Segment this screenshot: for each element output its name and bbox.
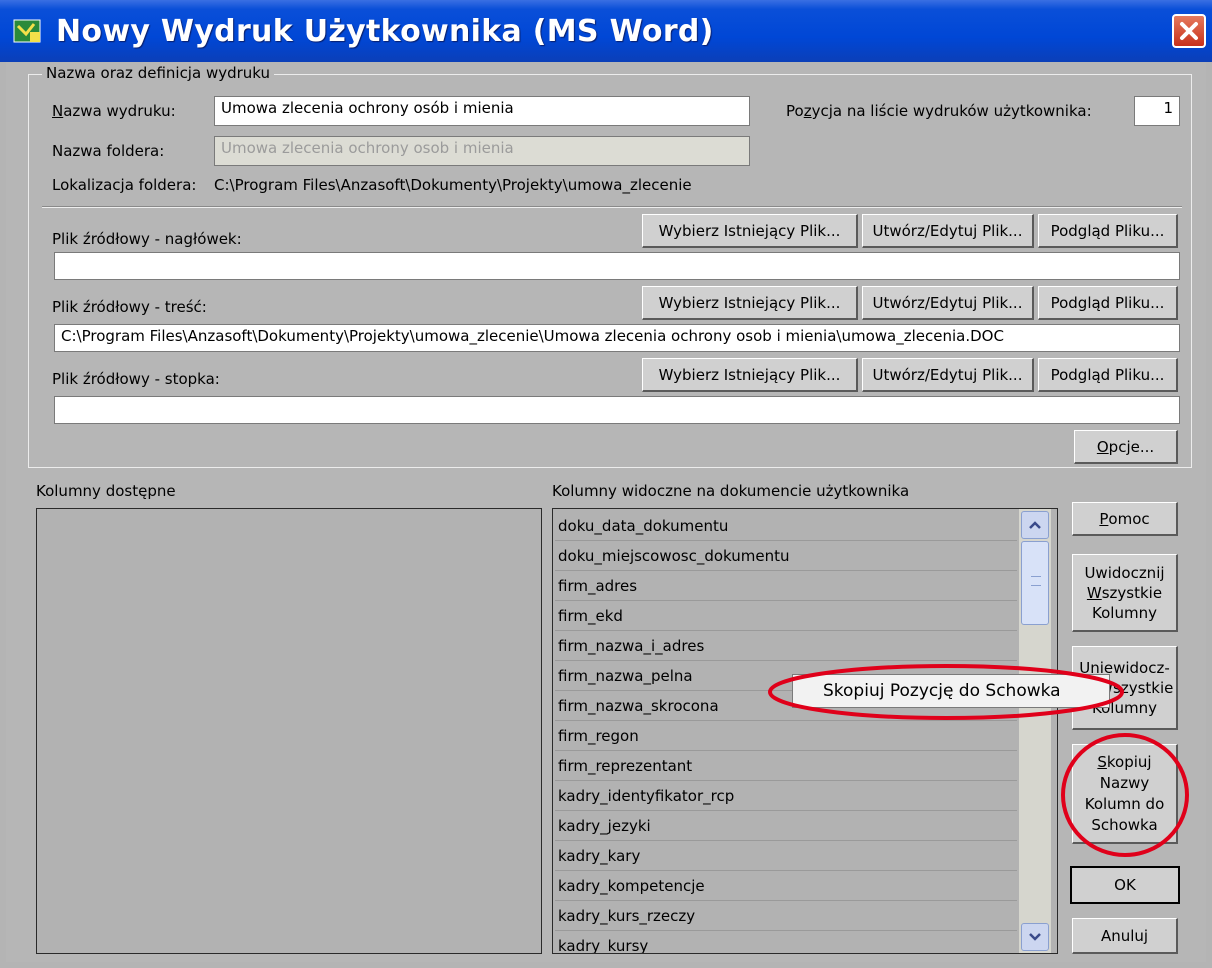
context-menu-copy-item[interactable]: Skopiuj Pozycję do Schowka — [823, 681, 1061, 701]
close-button[interactable] — [1172, 14, 1206, 48]
content-choose-file-button[interactable]: Wybierz Istniejący Plik... — [642, 286, 858, 320]
name-label: Nazwa wydruku: — [52, 102, 176, 120]
available-columns-list[interactable] — [36, 508, 542, 954]
chevron-down-icon — [1029, 933, 1041, 941]
copy-names-line2: Nazwy — [1099, 773, 1150, 792]
ok-button[interactable]: OK — [1070, 866, 1180, 904]
folder-input: Umowa zlecenia ochrony osob i mienia — [214, 136, 750, 166]
list-item[interactable]: kadry_identyfikator_rcp — [555, 781, 1017, 811]
footer-choose-file-button[interactable]: Wybierz Istniejący Plik... — [642, 358, 858, 392]
context-menu: Skopiuj Pozycję do Schowka — [792, 674, 1110, 708]
location-label: Lokalizacja foldera: — [52, 176, 197, 194]
dialog-window: Nowy Wydruk Użytkownika (MS Word) Nazwa … — [0, 0, 1212, 968]
close-icon — [1180, 22, 1198, 40]
show-all-line2: Wszystkie — [1086, 583, 1163, 602]
list-item[interactable]: firm_adres — [555, 571, 1017, 601]
list-item[interactable]: firm_regon — [555, 721, 1017, 751]
list-item[interactable]: kadry_jezyki — [555, 811, 1017, 841]
options-button[interactable]: Opcje... — [1074, 430, 1178, 464]
list-item[interactable]: kadry_kurs_rzeczy — [555, 901, 1017, 931]
scroll-up-button[interactable] — [1021, 511, 1049, 539]
list-item[interactable]: kadry_kursy — [555, 931, 1017, 953]
chevron-up-icon — [1029, 521, 1041, 529]
list-item[interactable]: kadry_kompetencje — [555, 871, 1017, 901]
header-file-input[interactable] — [54, 252, 1180, 280]
footer-file-input[interactable] — [54, 396, 1180, 424]
scroll-thumb[interactable] — [1021, 541, 1049, 625]
header-edit-file-button[interactable]: Utwórz/Edytuj Plik... — [862, 214, 1034, 248]
list-item[interactable]: doku_miejscowosc_dokumentu — [555, 541, 1017, 571]
grip-icon — [1031, 576, 1041, 586]
content-preview-file-button[interactable]: Podgląd Pliku... — [1038, 286, 1178, 320]
footer-edit-file-button[interactable]: Utwórz/Edytuj Plik... — [862, 358, 1034, 392]
footer-file-label: Plik źródłowy - stopka: — [52, 370, 220, 388]
folder-label: Nazwa foldera: — [52, 142, 165, 160]
content-file-label: Plik źródłowy - treść: — [52, 298, 207, 316]
dialog-body: Nazwa oraz definicja wydruku Nazwa wydru… — [6, 62, 1206, 962]
content-edit-file-button[interactable]: Utwórz/Edytuj Plik... — [862, 286, 1034, 320]
show-all-line1: Uwidocznij — [1084, 563, 1165, 582]
available-columns-label: Kolumny dostępne — [36, 482, 176, 500]
header-preview-file-button[interactable]: Podgląd Pliku... — [1038, 214, 1178, 248]
list-item[interactable]: firm_nazwa_i_adres — [555, 631, 1017, 661]
cancel-button[interactable]: Anuluj — [1072, 918, 1178, 954]
word-app-icon — [13, 19, 41, 43]
show-all-line3: Kolumny — [1092, 603, 1157, 622]
window-title: Nowy Wydruk Użytkownika (MS Word) — [56, 14, 714, 49]
scroll-down-button[interactable] — [1021, 923, 1049, 951]
show-all-columns-button[interactable]: Uwidocznij Wszystkie Kolumny — [1072, 554, 1178, 632]
definition-group-title: Nazwa oraz definicja wydruku — [42, 64, 275, 82]
list-item[interactable]: firm_reprezentant — [555, 751, 1017, 781]
list-scrollbar[interactable] — [1019, 509, 1051, 953]
visible-columns-label: Kolumny widoczne na dokumencie użytkowni… — [552, 482, 910, 500]
content-file-input[interactable]: C:\Program Files\Anzasoft\Dokumenty\Proj… — [54, 324, 1180, 352]
location-value: C:\Program Files\Anzasoft\Dokumenty\Proj… — [214, 176, 692, 194]
separator — [42, 206, 1182, 208]
position-label: Pozycja na liście wydruków użytkownika: — [786, 102, 1092, 120]
list-item[interactable]: doku_data_dokumentu — [555, 511, 1017, 541]
footer-preview-file-button[interactable]: Podgląd Pliku... — [1038, 358, 1178, 392]
name-input[interactable]: Umowa zlecenia ochrony osób i mienia — [214, 96, 750, 126]
list-item[interactable]: kadry_kary — [555, 841, 1017, 871]
visible-columns-list[interactable]: doku_data_dokumentu doku_miejscowosc_doku… — [552, 508, 1058, 954]
title-bar[interactable]: Nowy Wydruk Użytkownika (MS Word) — [0, 0, 1212, 62]
help-button[interactable]: Pomoc — [1072, 502, 1178, 536]
position-input[interactable]: 1 — [1134, 96, 1180, 126]
header-file-label: Plik źródłowy - nagłówek: — [52, 230, 242, 248]
copy-names-line4: Schowka — [1091, 815, 1158, 834]
copy-names-line3: Kolumn do — [1084, 794, 1165, 813]
list-item[interactable]: firm_ekd — [555, 601, 1017, 631]
copy-names-line1: Skopiuj — [1097, 752, 1152, 771]
header-choose-file-button[interactable]: Wybierz Istniejący Plik... — [642, 214, 858, 248]
copy-column-names-button[interactable]: Skopiuj Nazwy Kolumn do Schowka — [1072, 744, 1178, 844]
